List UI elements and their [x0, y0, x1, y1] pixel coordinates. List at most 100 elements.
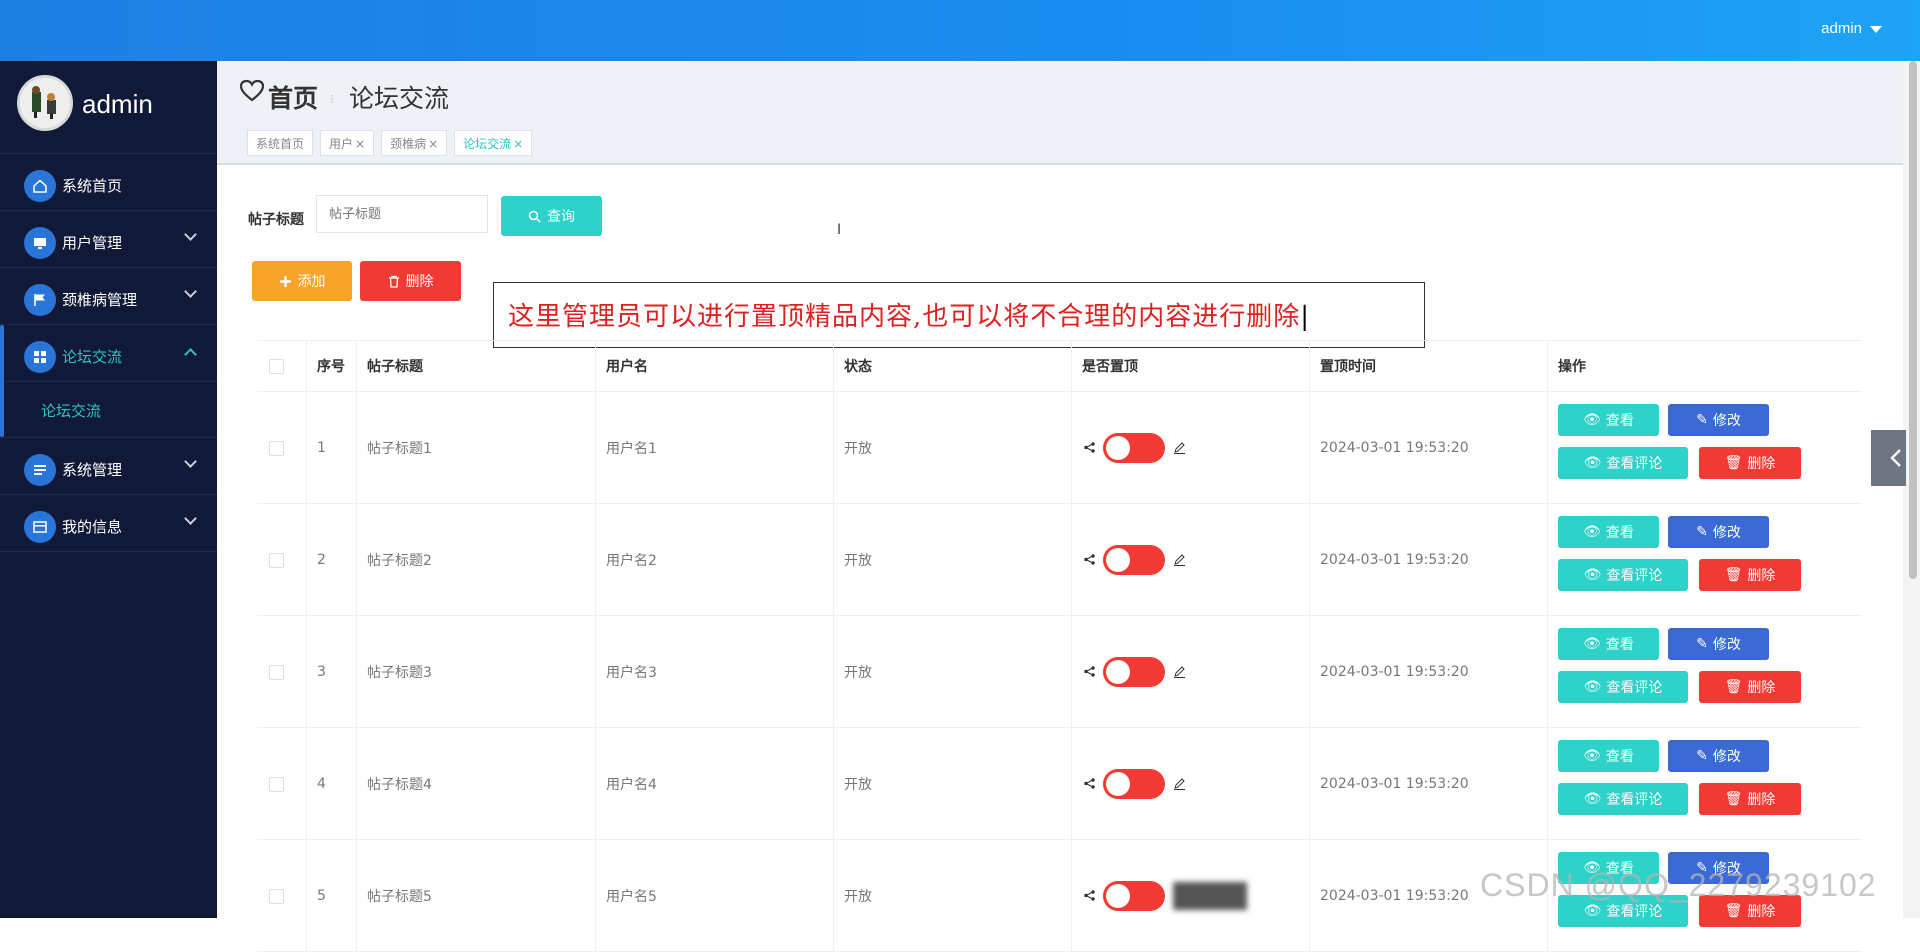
- sidebar-subitem-forum[interactable]: 论坛交流: [0, 382, 217, 438]
- row-checkbox[interactable]: [269, 776, 284, 792]
- cell-status: 开放: [834, 840, 1072, 951]
- add-button[interactable]: 添加: [252, 261, 352, 301]
- forum-table: 序号 帖子标题 用户名 状态 是否置顶 置顶时间 操作 1 帖子标题1 用户名1…: [257, 340, 1861, 952]
- edit-button[interactable]: ✎ 修改: [1668, 740, 1769, 772]
- pin-toggle[interactable]: [1103, 880, 1165, 911]
- text-caret: |: [1300, 302, 1311, 332]
- cell-text: 帖子标题3: [367, 664, 432, 681]
- edit-button[interactable]: ✎ 修改: [1668, 628, 1769, 660]
- row-delete-button[interactable]: 🗑 删除: [1699, 559, 1801, 591]
- eye-icon: 👁: [1583, 524, 1601, 540]
- sidebar: admin 系统首页 用户管理 颈椎病管理 论坛交流 论坛交流 系统管理 我的信…: [0, 61, 217, 918]
- comments-label: 查看评论: [1606, 568, 1663, 584]
- sidebar-item-users[interactable]: 用户管理: [0, 211, 217, 268]
- cell-text: 2024-03-01 19:53:20: [1320, 551, 1469, 568]
- scrollbar-thumb[interactable]: [1909, 61, 1917, 579]
- close-icon[interactable]: ×: [355, 137, 365, 151]
- row-select-cell: [257, 840, 307, 951]
- cell-pinned: [1072, 840, 1310, 951]
- pin-toggle[interactable]: [1103, 544, 1165, 575]
- table-row: 1 帖子标题1 用户名1 开放 2024-03-01 19:53:20 👁 查看 …: [257, 392, 1861, 504]
- view-comments-button[interactable]: 👁 查看评论: [1558, 559, 1688, 591]
- sidebar-item-system[interactable]: 系统管理: [0, 438, 217, 495]
- edit-button[interactable]: ✎ 修改: [1668, 516, 1769, 548]
- query-button-label: 查询: [547, 209, 575, 225]
- view-button[interactable]: 👁 查看: [1558, 516, 1659, 548]
- comments-label: 查看评论: [1606, 680, 1663, 696]
- cell-text: 帖子标题1: [367, 440, 432, 457]
- row-delete-button[interactable]: 🗑 删除: [1699, 783, 1801, 815]
- cell-user: 用户名1: [596, 392, 834, 503]
- sidebar-item-profile[interactable]: 我的信息: [0, 495, 217, 552]
- delete-button[interactable]: 删除: [360, 261, 461, 301]
- view-comments-button[interactable]: 👁 查看评论: [1558, 447, 1688, 479]
- close-icon[interactable]: ×: [428, 137, 438, 151]
- row-actions: 👁 查看 ✎ 修改 👁 查看评论 🗑 删除: [1558, 628, 1848, 718]
- cell-status: 开放: [834, 504, 1072, 615]
- tag-label: 颈椎病: [390, 137, 427, 151]
- tag-cervical[interactable]: 颈椎病 ×: [381, 130, 448, 156]
- sidebar-item-forum[interactable]: 论坛交流: [0, 325, 217, 437]
- share-icon: [1084, 554, 1095, 565]
- search-input[interactable]: [316, 195, 488, 233]
- sidebar-item-label: 系统首页: [62, 177, 123, 195]
- sidebar-item-label: 用户管理: [62, 234, 123, 252]
- view-comments-button[interactable]: 👁 查看评论: [1558, 671, 1688, 703]
- column-header-label: 操作: [1558, 359, 1586, 375]
- view-label: 查看: [1605, 637, 1634, 653]
- row-checkbox[interactable]: [269, 888, 284, 904]
- cell-time: 2024-03-01 19:53:20: [1310, 504, 1548, 615]
- view-button[interactable]: 👁 查看: [1558, 740, 1659, 772]
- table-header: 序号 帖子标题 用户名 状态 是否置顶 置顶时间 操作: [257, 341, 1861, 392]
- sidebar-item-cervical[interactable]: 颈椎病管理: [0, 268, 217, 325]
- user-menu[interactable]: admin: [1821, 20, 1882, 37]
- cell-no: 3: [307, 616, 357, 727]
- chevron-down-icon: [184, 285, 197, 298]
- home-icon: [24, 170, 56, 202]
- cell-pinned: [1072, 616, 1310, 727]
- annotation-note: 这里管理员可以进行置顶精品内容,也可以将不合理的内容进行删除|: [493, 282, 1425, 348]
- view-comments-button[interactable]: 👁 查看评论: [1558, 783, 1688, 815]
- tag-forum[interactable]: 论坛交流 ×: [454, 130, 533, 156]
- close-icon[interactable]: ×: [513, 137, 523, 151]
- page-scrollbar[interactable]: [1906, 61, 1920, 918]
- row-checkbox[interactable]: [269, 664, 284, 680]
- column-header: 帖子标题: [357, 341, 596, 391]
- watermark: CSDN @QQ_2279239102: [1480, 867, 1877, 903]
- chevron-down-icon: [184, 455, 197, 468]
- breadcrumb-home[interactable]: 首页: [268, 79, 318, 115]
- row-delete-button[interactable]: 🗑 删除: [1699, 671, 1801, 703]
- trash-icon: 🗑: [1724, 567, 1743, 583]
- pin-toggle-group: [1084, 656, 1186, 687]
- view-button[interactable]: 👁 查看: [1558, 628, 1659, 660]
- view-label: 查看: [1605, 525, 1634, 541]
- sidebar-item-home[interactable]: 系统首页: [0, 154, 217, 211]
- share-icon: [1084, 778, 1095, 789]
- cell-ops: 👁 查看 ✎ 修改 👁 查看评论 🗑 删除: [1548, 392, 1861, 503]
- pin-toggle[interactable]: [1103, 432, 1165, 463]
- tag-users[interactable]: 用户 ×: [320, 130, 375, 156]
- select-all-checkbox[interactable]: [269, 359, 284, 374]
- cell-text: 2024-03-01 19:53:20: [1320, 439, 1469, 456]
- pin-toggle[interactable]: [1103, 768, 1165, 799]
- edit-label: 修改: [1712, 749, 1741, 765]
- row-delete-button[interactable]: 🗑 删除: [1699, 447, 1801, 479]
- edit-button[interactable]: ✎ 修改: [1668, 404, 1769, 436]
- cell-title: 帖子标题1: [357, 392, 596, 503]
- pin-toggle-group: [1084, 544, 1186, 575]
- eye-icon: 👁: [1583, 455, 1602, 471]
- eye-icon: 👁: [1583, 679, 1602, 695]
- query-button[interactable]: 查询: [501, 196, 602, 236]
- cell-text: 帖子标题4: [367, 776, 432, 793]
- row-checkbox[interactable]: [269, 552, 284, 568]
- table-row: 4 帖子标题4 用户名4 开放 2024-03-01 19:53:20 👁 查看 …: [257, 728, 1861, 840]
- pin-toggle[interactable]: [1103, 656, 1165, 687]
- row-select-cell: [257, 728, 307, 839]
- cell-time: 2024-03-01 19:53:20: [1310, 728, 1548, 839]
- chevron-up-icon: [184, 348, 197, 361]
- cell-user: 用户名4: [596, 728, 834, 839]
- row-checkbox[interactable]: [269, 440, 284, 456]
- tag-home[interactable]: 系统首页: [247, 130, 314, 156]
- view-button[interactable]: 👁 查看: [1558, 404, 1659, 436]
- breadcrumb-current: 论坛交流: [349, 84, 450, 113]
